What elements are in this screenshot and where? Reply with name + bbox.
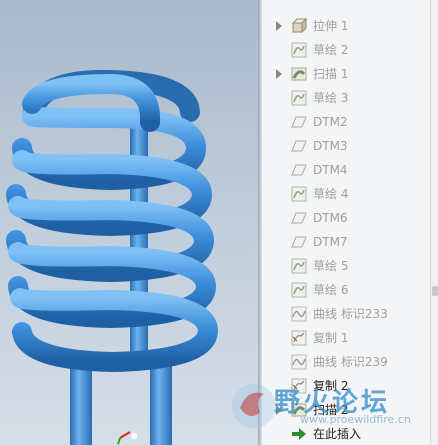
tree-item[interactable]: 曲线 标识239	[262, 350, 430, 374]
tree-item-label: 草绘 2	[313, 43, 349, 57]
tree-item-label: 曲线 标识233	[313, 307, 388, 321]
tree-item-label: 复制 1	[313, 331, 349, 345]
tree-item[interactable]: DTM6	[262, 206, 430, 230]
sketch-icon	[291, 258, 307, 274]
sketch-icon	[291, 186, 307, 202]
datum-plane-icon	[291, 210, 307, 226]
tree-item[interactable]: 拉伸 1	[262, 14, 430, 38]
tree-item-label: 拉伸 1	[313, 19, 349, 33]
expand-arrow-icon[interactable]	[276, 21, 282, 31]
graphics-viewport[interactable]	[0, 0, 258, 445]
tree-item-label: 扫描 1	[313, 67, 349, 81]
tree-item[interactable]: 在此插入	[262, 422, 430, 445]
tree-item[interactable]: 草绘 3	[262, 86, 430, 110]
sketch-icon	[291, 90, 307, 106]
tree-item-label: 草绘 6	[313, 283, 349, 297]
copy-icon	[291, 378, 307, 394]
tree-item[interactable]: 复制 1	[262, 326, 430, 350]
insert-here-icon	[291, 426, 307, 442]
tree-item-label: DTM2	[313, 115, 348, 129]
tree-item-label: 草绘 5	[313, 259, 349, 273]
tree-item-label: DTM6	[313, 211, 348, 225]
expand-arrow-icon[interactable]	[276, 69, 282, 79]
tree-item-label: DTM3	[313, 139, 348, 153]
extrude-icon	[291, 17, 308, 34]
tree-item-label: 复制 2	[313, 379, 349, 393]
tree-item[interactable]: 复制 2	[262, 374, 430, 398]
tree-item-label: 曲线 标识239	[313, 355, 388, 369]
datum-plane-icon	[291, 234, 307, 250]
tree-item[interactable]: 扫描 2	[262, 398, 430, 422]
spring-leg-right	[150, 360, 172, 445]
tree-item[interactable]: DTM7	[262, 230, 430, 254]
tree-item[interactable]: 草绘 6	[262, 278, 430, 302]
spring-leg-left	[70, 360, 92, 445]
tree-item-label: 扫描 2	[313, 403, 349, 417]
sketch-icon	[291, 42, 307, 58]
datum-plane-icon	[291, 138, 307, 154]
tree-item-label: 草绘 3	[313, 91, 349, 105]
curve-icon	[291, 306, 307, 322]
tree-item[interactable]: 草绘 5	[262, 254, 430, 278]
copy-icon	[291, 330, 307, 346]
tree-item-label: 在此插入	[313, 427, 362, 441]
tree-item-label: 草绘 4	[313, 187, 349, 201]
tree-item[interactable]: DTM2	[262, 110, 430, 134]
expand-arrow-icon[interactable]	[276, 405, 282, 415]
sketch-icon	[291, 282, 307, 298]
tree-item-label: DTM4	[313, 163, 348, 177]
tree-item-label: DTM7	[313, 235, 348, 249]
tree-item[interactable]: 扫描 1	[262, 62, 430, 86]
datum-plane-icon	[291, 162, 307, 178]
tree-item[interactable]: 草绘 4	[262, 182, 430, 206]
spring-model	[6, 69, 219, 445]
tree-item[interactable]: DTM3	[262, 134, 430, 158]
coordinate-triad	[117, 431, 137, 445]
sweep-icon	[291, 402, 307, 418]
tree-item[interactable]: DTM4	[262, 158, 430, 182]
scrollbar-thumb[interactable]	[432, 286, 438, 296]
tree-item[interactable]: 曲线 标识233	[262, 302, 430, 326]
sweep-icon	[291, 66, 307, 82]
model-tree-scrollbar[interactable]	[430, 0, 438, 445]
curve-icon	[291, 354, 307, 370]
model-tree: 拉伸 1 草绘 2 扫描 1 草绘 3 DTM2 DTM3 DTM4 草绘 4 DTM6 DTM7…	[262, 0, 430, 445]
datum-plane-icon	[291, 114, 307, 130]
tree-item[interactable]: 草绘 2	[262, 38, 430, 62]
coil-5	[10, 288, 219, 373]
